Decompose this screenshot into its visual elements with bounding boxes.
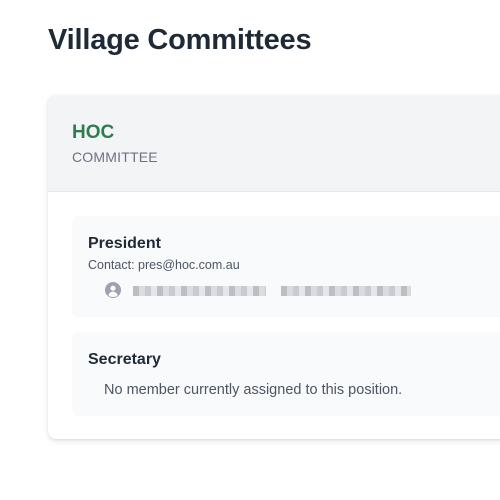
member-name-redacted-first [133,286,266,296]
committee-name: HOC [72,122,115,143]
committee-card: HOC COMMITTEE President Contact: pres@ho… [48,95,500,439]
page: Village Committees HOC COMMITTEE Preside… [0,0,500,500]
member-name-redacted-last [281,286,411,296]
position-card-secretary: Secretary No member currently assigned t… [72,332,500,416]
position-contact[interactable]: Contact: pres@hoc.com.au [88,258,240,272]
page-title: Village Committees [48,24,312,56]
user-circle-icon [105,282,121,298]
empty-position-message: No member currently assigned to this pos… [104,382,403,398]
position-card-president: President Contact: pres@hoc.com.au [72,216,500,317]
committee-header: HOC COMMITTEE [48,95,500,192]
member-row [105,281,411,299]
position-title: Secretary [88,351,161,368]
committee-type-label: COMMITTEE [72,149,158,165]
position-title: President [88,235,161,252]
